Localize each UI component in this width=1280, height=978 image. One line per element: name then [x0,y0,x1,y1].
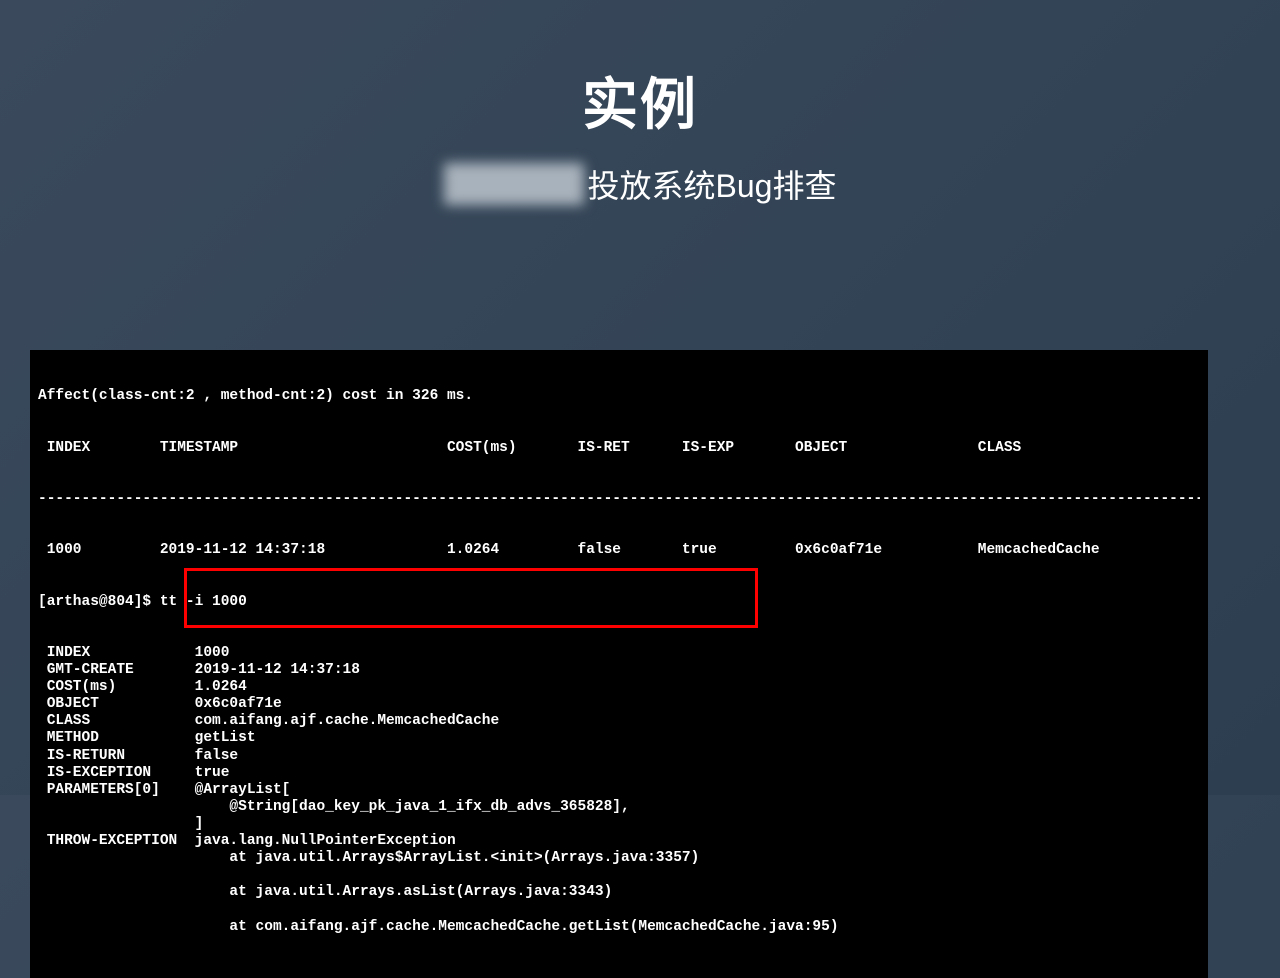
detail-line: at java.util.Arrays.asList(Arrays.java:3… [38,884,1200,901]
detail-line: OBJECT 0x6c0af71e [38,696,1200,713]
detail-line: CLASS com.aifang.ajf.cache.MemcachedCach… [38,713,1200,730]
detail-line: ] [38,816,1200,833]
affect-line: Affect(class-cnt:2 , method-cnt:2) cost … [38,388,1200,405]
separator: ----------------------------------------… [38,491,1200,508]
detail-line [38,936,1200,953]
slide-title: 实例 [0,60,1280,141]
detail-line [38,902,1200,919]
detail-line: INDEX 1000 [38,645,1200,662]
table-header: INDEX TIMESTAMP COST(ms) IS-RET IS-EXP O… [38,440,1200,457]
table-row: 1000 2019-11-12 14:37:18 1.0264 false tr… [38,542,1200,559]
detail-lines: INDEX 1000 GMT-CREATE 2019-11-12 14:37:1… [38,645,1200,953]
subtitle-text: 投放系统Bug排查 [588,161,837,207]
detail-line: at com.aifang.ajf.cache.MemcachedCache.g… [38,919,1200,936]
redacted-text [444,163,584,205]
detail-line: IS-RETURN false [38,748,1200,765]
terminal-output: Affect(class-cnt:2 , method-cnt:2) cost … [30,350,1208,978]
slide-subtitle: 投放系统Bug排查 [0,161,1280,207]
prompt-line: [arthas@804]$ tt -i 1000 [38,594,1200,611]
detail-line [38,867,1200,884]
detail-line: THROW-EXCEPTION java.lang.NullPointerExc… [38,833,1200,850]
detail-line: METHOD getList [38,730,1200,747]
detail-line: GMT-CREATE 2019-11-12 14:37:18 [38,662,1200,679]
detail-line: @String[dao_key_pk_java_1_ifx_db_advs_36… [38,799,1200,816]
detail-line: PARAMETERS[0] @ArrayList[ [38,782,1200,799]
detail-line: IS-EXCEPTION true [38,765,1200,782]
detail-line: COST(ms) 1.0264 [38,679,1200,696]
detail-line: at java.util.Arrays$ArrayList.<init>(Arr… [38,850,1200,867]
